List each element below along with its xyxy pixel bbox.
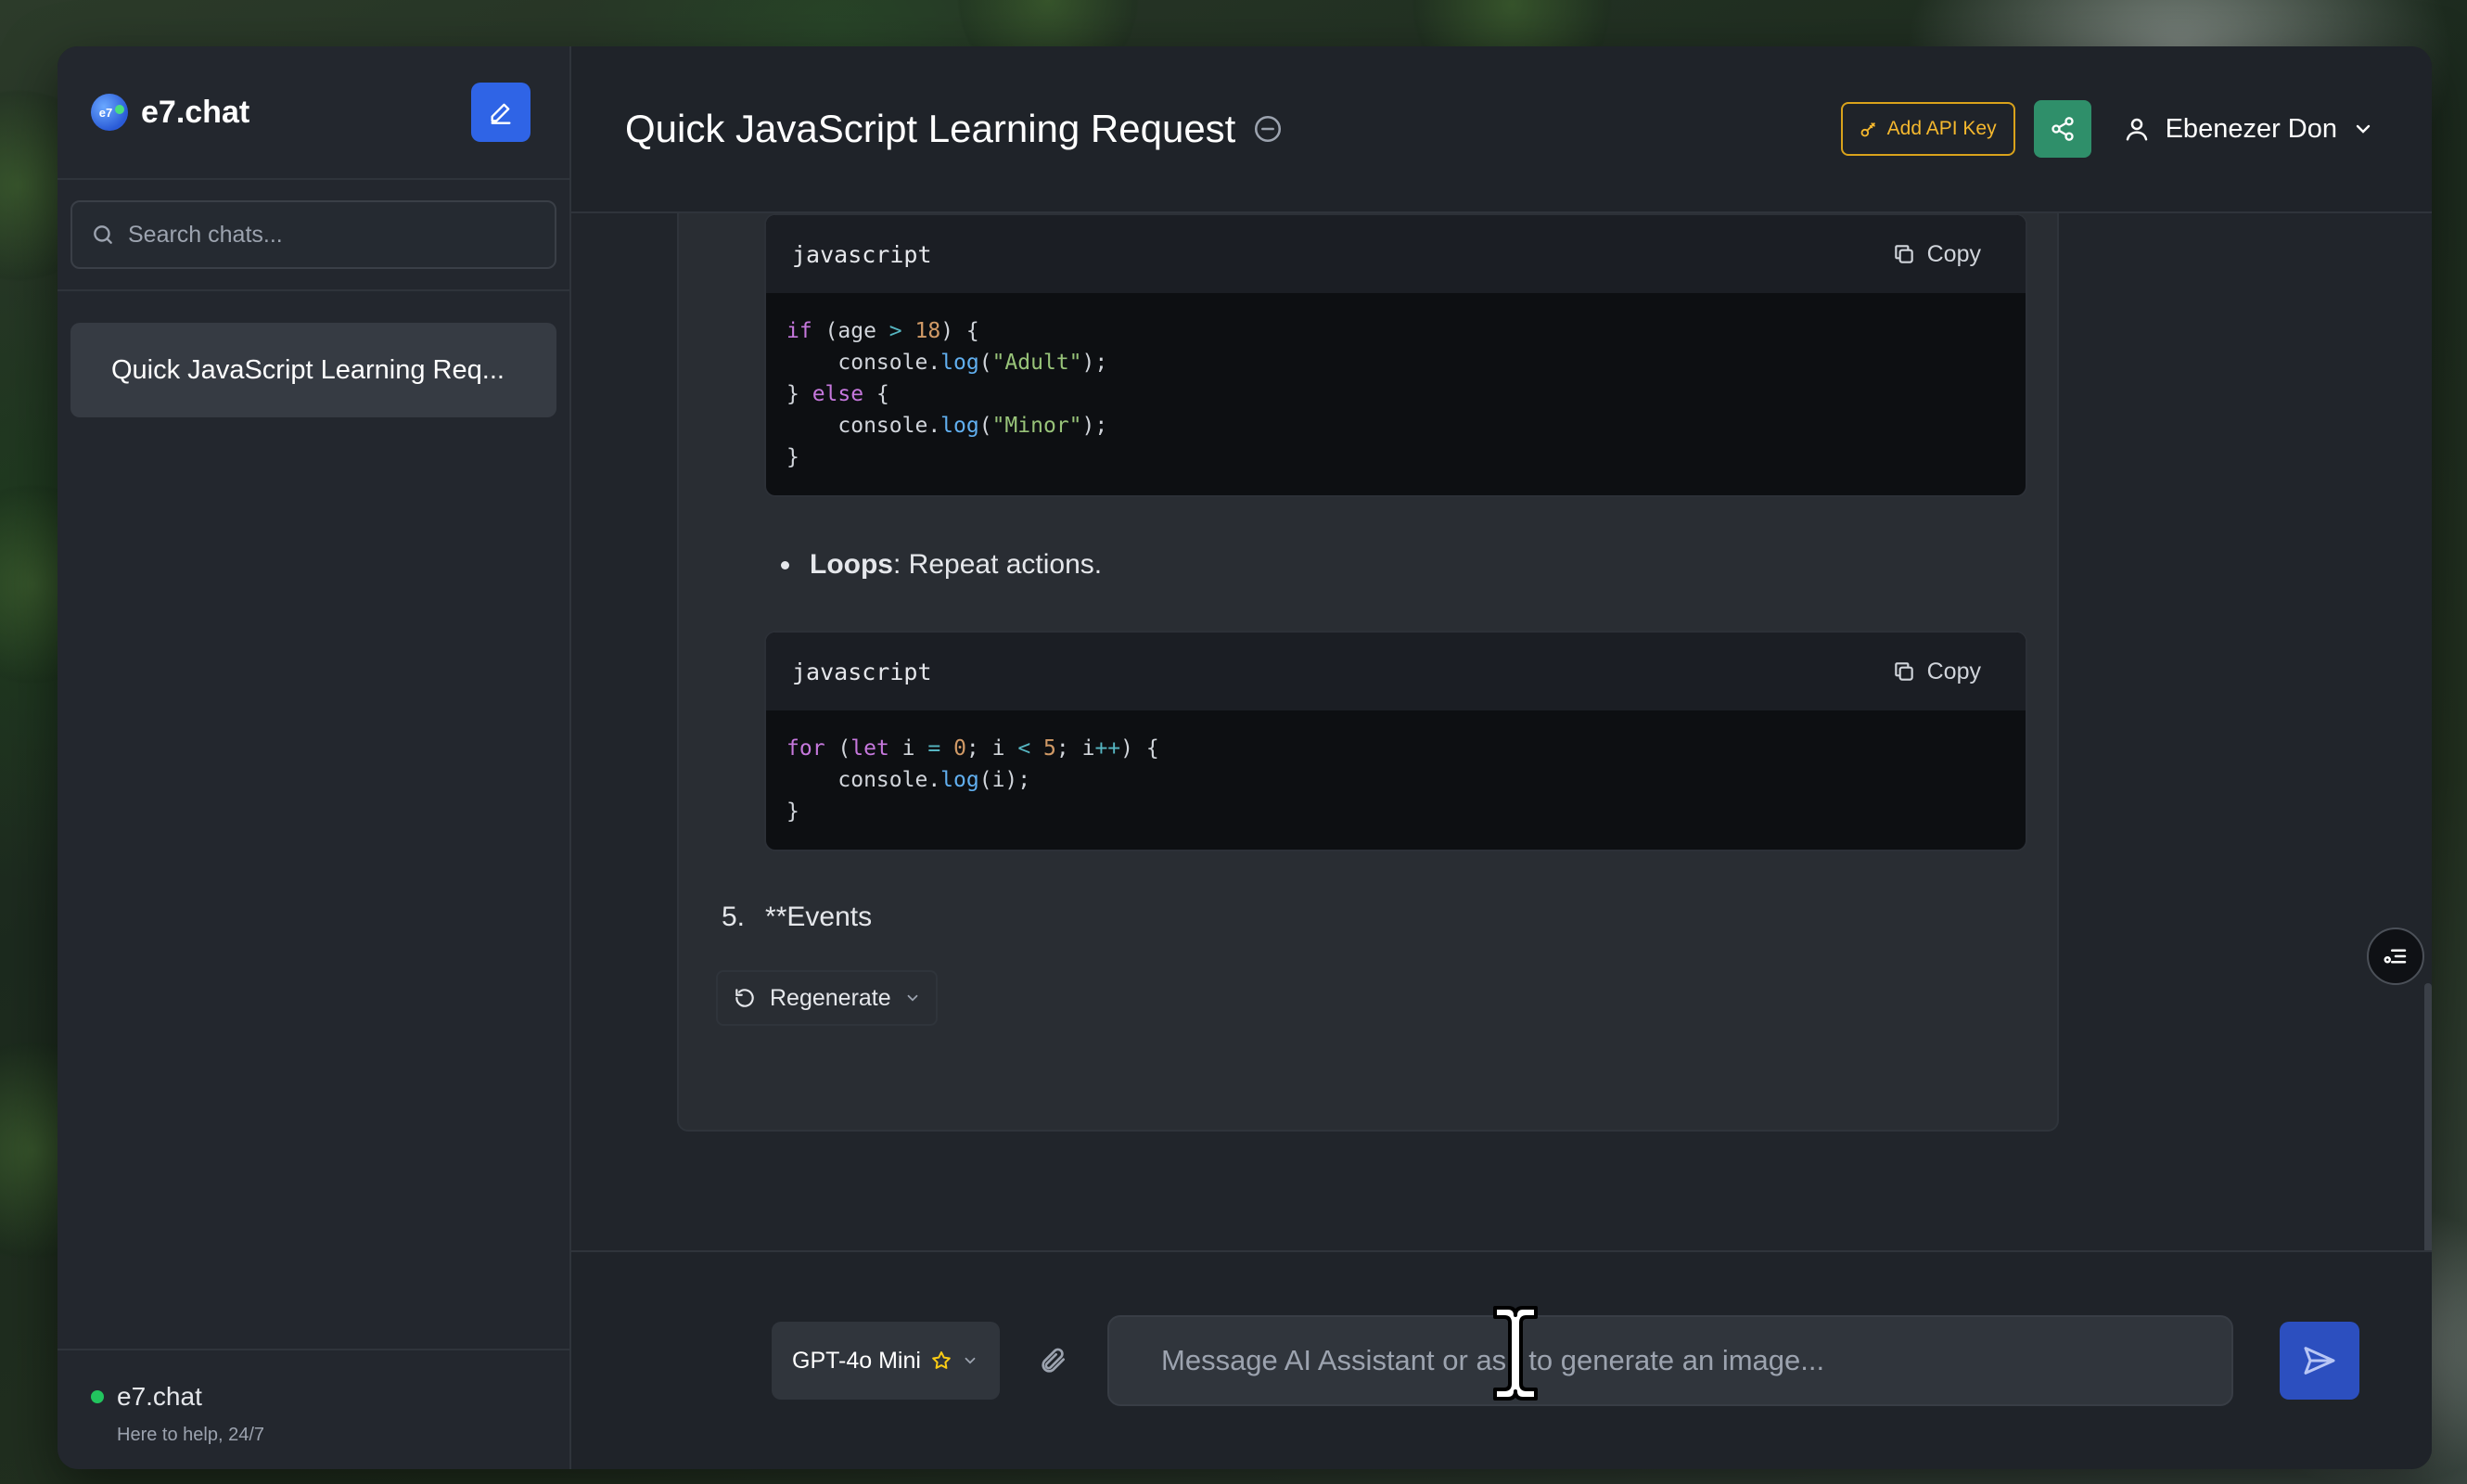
chat-list: Quick JavaScript Learning Req...: [58, 291, 569, 1349]
chat-content[interactable]: javascript Copy if (age > 18) { console.…: [571, 213, 2432, 1250]
code-block-header: javascript Copy: [766, 633, 2026, 710]
code-block-header: javascript Copy: [766, 215, 2026, 293]
chevron-down-icon: [907, 994, 918, 1002]
paperclip-icon: [1042, 1348, 1065, 1373]
sidebar: e7 e7.chat Quick JavaScript Learning Req…: [58, 46, 571, 1469]
outline-toggle-button[interactable]: [2367, 928, 2424, 985]
code-content: if (age > 18) { console.log("Adult"); } …: [786, 319, 1108, 469]
code-language: javascript: [792, 240, 932, 268]
regenerate-button[interactable]: Regenerate: [716, 970, 938, 1026]
new-chat-button[interactable]: [471, 83, 530, 142]
chevron-down-icon: [965, 1357, 976, 1364]
brand-name: e7.chat: [141, 94, 250, 130]
regenerate-label: Regenerate: [770, 984, 891, 1011]
message-input[interactable]: [1107, 1315, 2233, 1406]
search-area: [58, 180, 569, 291]
item-text: **Events: [765, 902, 873, 932]
model-selector[interactable]: GPT-4o Mini: [772, 1322, 1000, 1400]
chat-title: Quick JavaScript Learning Request: [625, 107, 1236, 150]
search-box[interactable]: [70, 200, 556, 269]
copy-label: Copy: [1926, 658, 1981, 684]
bullet-item-loops: Loops: Repeat actions.: [781, 549, 1102, 581]
sidebar-footer: e7.chat Here to help, 24/7: [58, 1349, 569, 1469]
topbar-actions: Add API Key Ebenezer Don: [1840, 100, 2374, 158]
numbered-item-events: 5. **Events: [722, 902, 872, 933]
code-block: javascript Copy if (age > 18) { console.…: [764, 213, 2027, 497]
footer-tagline: Here to help, 24/7: [117, 1425, 264, 1445]
chat-list-item[interactable]: Quick JavaScript Learning Req...: [70, 323, 556, 417]
code-block: javascript Copy for (let i = 0; i < 5; i…: [764, 631, 2027, 851]
minus-circle-icon[interactable]: [1252, 113, 1284, 145]
bullet-bold: Loops: [810, 549, 893, 580]
code-language: javascript: [792, 658, 932, 685]
user-icon: [2126, 118, 2147, 141]
send-button[interactable]: [2280, 1322, 2359, 1400]
search-input[interactable]: [128, 221, 536, 249]
bullet-rest: : Repeat actions.: [893, 549, 1103, 580]
user-menu[interactable]: Ebenezer Don: [2123, 114, 2374, 145]
brand-logo-icon: e7: [91, 94, 128, 131]
scrollbar-thumb[interactable]: [2424, 983, 2432, 1250]
bullet-text: Loops: Repeat actions.: [810, 549, 1102, 581]
chevron-down-icon: [2356, 124, 2371, 134]
sidebar-header: e7 e7.chat: [58, 46, 569, 180]
user-name: Ebenezer Don: [2165, 113, 2337, 144]
list-icon: [2384, 949, 2407, 964]
bullet-dot-icon: [781, 560, 789, 569]
footer-name: e7.chat: [117, 1382, 202, 1411]
copy-code-button[interactable]: Copy: [1892, 659, 1981, 685]
send-icon: [2304, 1347, 2335, 1375]
add-api-key-label: Add API Key: [1886, 118, 1997, 139]
topbar: Quick JavaScript Learning Request Add AP…: [571, 46, 2432, 213]
brand-logo-text: e7: [98, 105, 113, 120]
model-label: GPT-4o Mini: [792, 1347, 921, 1374]
search-icon: [94, 225, 112, 244]
footer-status: e7.chat: [91, 1382, 538, 1412]
refresh-icon: [735, 989, 754, 1007]
share-button[interactable]: [2033, 100, 2091, 158]
item-number: 5.: [722, 902, 746, 932]
star-icon: [932, 1351, 951, 1369]
main-panel: Quick JavaScript Learning Request Add AP…: [571, 46, 2432, 1469]
app-window: e7 e7.chat Quick JavaScript Learning Req…: [58, 46, 2432, 1469]
edit-pencil-icon: [491, 103, 511, 124]
brand[interactable]: e7 e7.chat: [91, 94, 249, 131]
online-status-icon: [91, 1390, 104, 1403]
code-content: for (let i = 0; i < 5; i++) { console.lo…: [786, 736, 1159, 824]
share-icon: [2051, 117, 2074, 141]
copy-code-button[interactable]: Copy: [1892, 241, 1981, 268]
attach-file-button[interactable]: [1026, 1333, 1081, 1388]
add-api-key-button[interactable]: Add API Key: [1840, 102, 2015, 156]
assistant-message: javascript Copy if (age > 18) { console.…: [677, 213, 2059, 1132]
key-icon: [1860, 122, 1875, 137]
copy-label: Copy: [1926, 240, 1981, 267]
copy-icon: [1894, 245, 1913, 263]
composer: GPT-4o Mini: [571, 1250, 2432, 1469]
copy-icon: [1894, 662, 1913, 681]
title-wrap: Quick JavaScript Learning Request: [625, 107, 1284, 151]
